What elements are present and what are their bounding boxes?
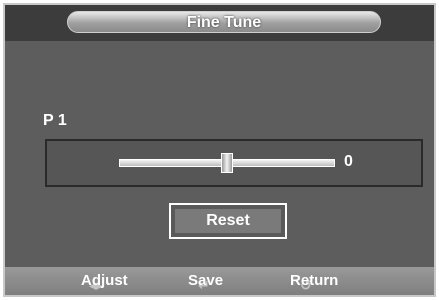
- reset-label: Reset: [206, 212, 250, 229]
- page-title: Fine Tune: [186, 14, 262, 31]
- fine-tune-slider-thumb[interactable]: [221, 153, 233, 173]
- reset-button[interactable]: Reset: [169, 203, 287, 239]
- hint-adjust-label: Adjust: [81, 272, 128, 289]
- channel-label: P 1: [43, 112, 67, 129]
- hint-return-label: Return: [290, 272, 339, 289]
- fine-tune-slider-panel: 0: [45, 139, 423, 187]
- hint-return: ↺ Return: [290, 272, 339, 294]
- fine-tune-value: 0: [344, 153, 353, 170]
- hint-save: ↵ Save: [188, 272, 224, 294]
- fine-tune-screen: Fine Tune P 1 0 Reset ◂▸ Adjust ↵ Save ↺…: [3, 3, 436, 297]
- hint-adjust: ◂▸ Adjust: [81, 272, 128, 294]
- title-bar: Fine Tune: [5, 5, 434, 41]
- hint-bar: ◂▸ Adjust ↵ Save ↺ Return: [5, 267, 434, 295]
- hint-save-label: Save: [188, 272, 224, 289]
- title-pill: Fine Tune: [67, 11, 381, 33]
